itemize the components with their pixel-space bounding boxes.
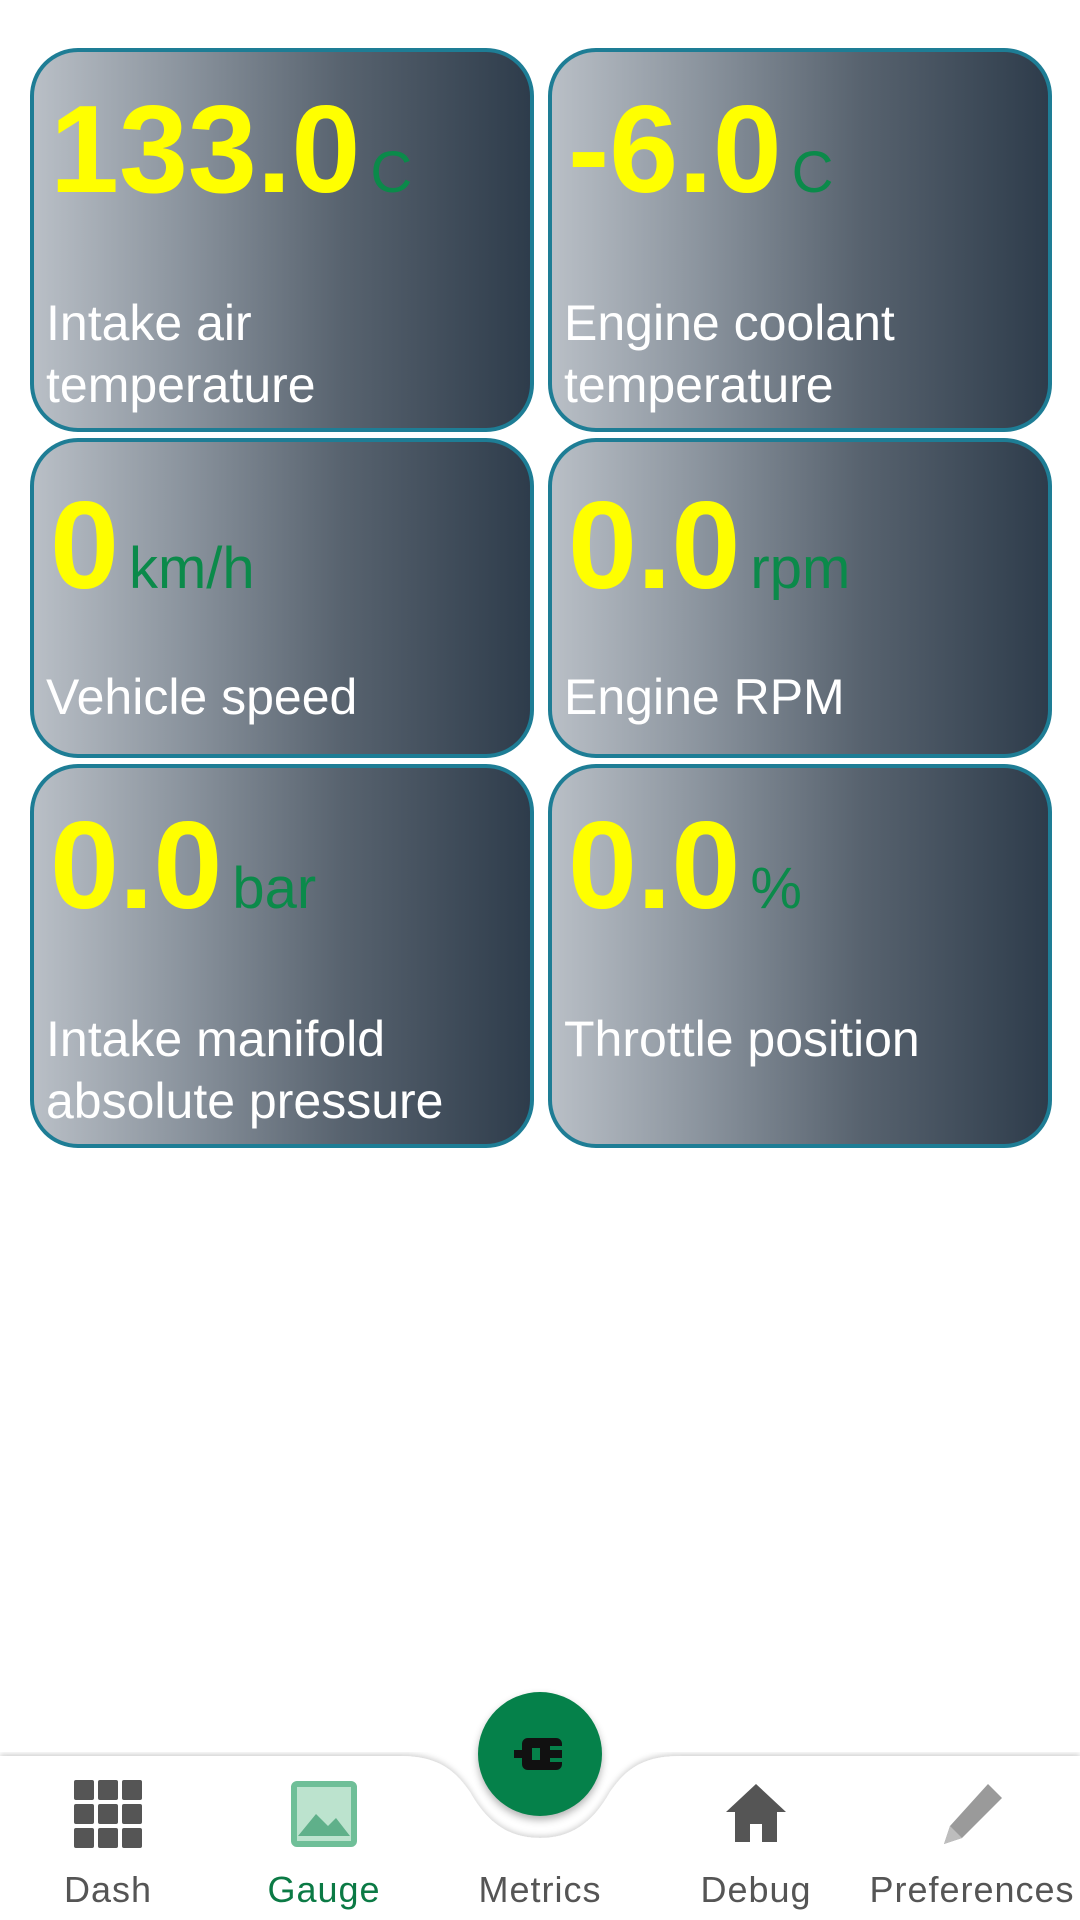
nav-item-label: Dash (63, 1869, 153, 1910)
nav-item-label: Preferences (869, 1869, 1075, 1910)
pencil-icon (944, 1784, 1002, 1844)
gauge-unit: C (791, 140, 834, 205)
gauge-value: 0 (50, 477, 119, 615)
gauge-tile-throttle-position[interactable]: 0.0 % Throttle position (548, 764, 1052, 1148)
nav-item-label: Gauge (267, 1869, 381, 1910)
nav-item-label: Metrics (478, 1869, 602, 1910)
nav-item-label: Debug (700, 1869, 812, 1910)
gauge-value-row: 0.0 % (568, 804, 802, 928)
gauge-value-row: 133.0 C (50, 88, 412, 212)
gauge-tile-engine-rpm[interactable]: 0.0 rpm Engine RPM (548, 438, 1052, 758)
nav-item-gauge[interactable]: Gauge (216, 1752, 432, 1920)
gauge-label: Vehicle speed (46, 669, 358, 725)
home-icon (726, 1784, 786, 1842)
connector-icon (514, 1738, 562, 1770)
grid-icon (74, 1780, 142, 1848)
image-icon (291, 1781, 357, 1847)
gauge-value: -6.0 (568, 81, 782, 219)
gauge-tile-intake-air-temperature[interactable]: 133.0 C Intake air temperature (30, 48, 534, 432)
gauge-value: 0.0 (568, 477, 741, 615)
gauge-value-row: 0.0 bar (50, 804, 316, 928)
nav-item-dash[interactable]: Dash (0, 1752, 216, 1920)
nav-item-debug[interactable]: Debug (648, 1752, 864, 1920)
nav-item-preferences[interactable]: Preferences (864, 1752, 1080, 1920)
gauge-tile-intake-manifold-pressure[interactable]: 0.0 bar Intake manifold absolute pressur… (30, 764, 534, 1148)
app-root: 133.0 C Intake air temperature -6.0 C En… (0, 0, 1080, 1920)
gauge-value-row: 0.0 rpm (568, 484, 850, 608)
gauge-label: Throttle position (564, 1011, 920, 1067)
gauge-label: Intake air temperature (46, 295, 316, 413)
gauge-unit: rpm (750, 536, 851, 601)
gauge-value-row: -6.0 C (568, 88, 834, 212)
gauge-unit: km/h (128, 536, 255, 601)
gauge-unit: C (370, 140, 413, 205)
gauge-label: Engine coolant temperature (564, 295, 895, 413)
gauge-value: 133.0 (50, 81, 361, 219)
connect-fab-button[interactable] (478, 1692, 602, 1816)
gauge-tile-vehicle-speed[interactable]: 0 km/h Vehicle speed (30, 438, 534, 758)
gauge-value: 0.0 (568, 797, 741, 935)
gauge-unit: bar (232, 856, 317, 921)
gauge-label: Engine RPM (564, 669, 845, 725)
gauge-value: 0.0 (50, 797, 223, 935)
gauge-label: Intake manifold absolute pressure (46, 1011, 444, 1129)
gauge-value-row: 0 km/h (50, 484, 255, 608)
gauge-unit: % (750, 856, 802, 921)
gauge-tile-engine-coolant-temperature[interactable]: -6.0 C Engine coolant temperature (548, 48, 1052, 432)
